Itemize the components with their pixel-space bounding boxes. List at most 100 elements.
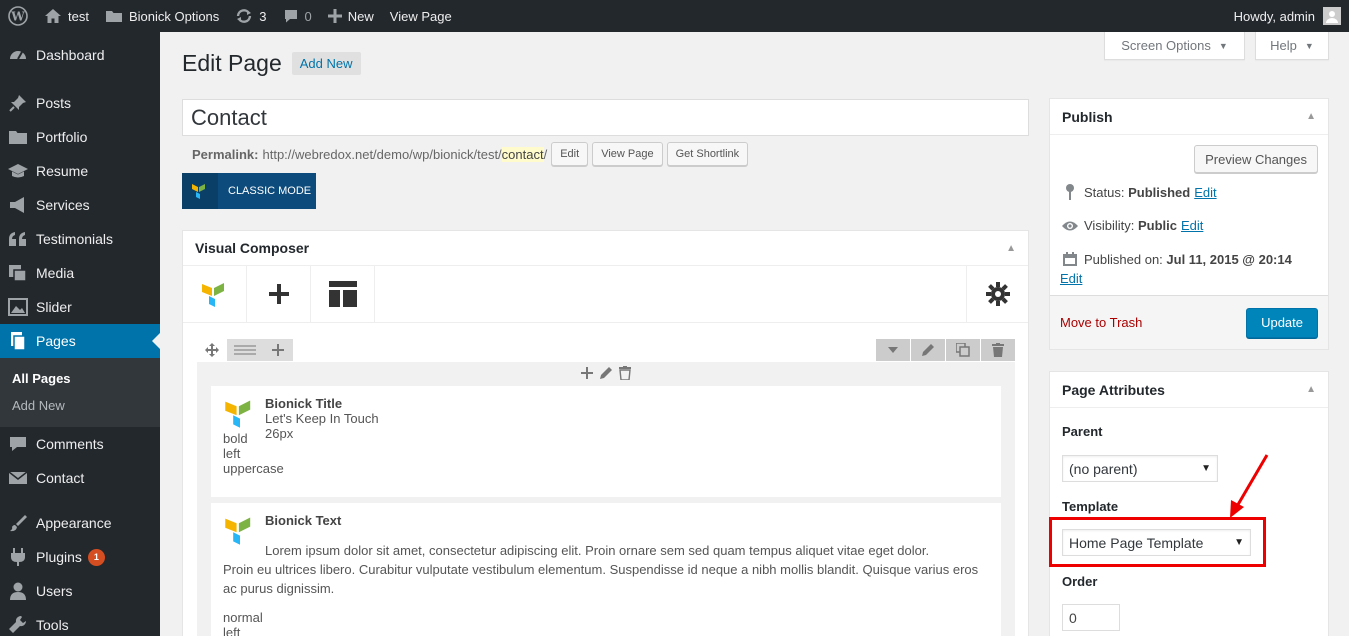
element-param: uppercase	[223, 461, 284, 476]
caret-down-icon: ▼	[1218, 40, 1228, 51]
get-shortlink-button[interactable]: Get Shortlink	[666, 142, 749, 166]
admin-bar: W test Bionick Options 3 0 New View Page…	[0, 0, 1349, 32]
preview-changes-button[interactable]: Preview Changes	[1194, 145, 1318, 173]
row-toggle-icon[interactable]	[876, 339, 910, 361]
clone-row-icon[interactable]	[946, 339, 980, 361]
page-title: Edit Page	[182, 50, 282, 76]
annotation-arrow-icon	[1230, 454, 1269, 518]
permalink-tail: /	[543, 146, 548, 162]
status-row: Status: Published Edit	[1050, 184, 1328, 200]
row-controls	[197, 338, 1015, 362]
sidebar-item-appearance[interactable]: Appearance	[0, 506, 160, 540]
permalink-base[interactable]: http://webredox.net/demo/wp/bionick/test…	[262, 147, 501, 162]
permalink-slug[interactable]: contact	[501, 146, 544, 162]
pages-icon	[8, 331, 28, 351]
classic-mode-button[interactable]: Classic Mode	[182, 173, 316, 209]
visual-composer-logo-icon	[225, 517, 251, 545]
edit-visibility-link[interactable]: Edit	[1181, 218, 1203, 233]
row-layout-icon[interactable]	[227, 339, 263, 361]
delete-column-trash-icon[interactable]	[619, 365, 631, 383]
vc-logo-button[interactable]	[183, 266, 247, 322]
sidebar-item-contact[interactable]: Contact	[0, 461, 160, 495]
envelope-icon	[8, 468, 28, 488]
delete-row-trash-icon[interactable]	[981, 339, 1015, 361]
edit-column-pencil-icon[interactable]	[599, 366, 613, 383]
sidebar-item-users[interactable]: Users	[0, 574, 160, 608]
vc-settings-button[interactable]	[966, 266, 1028, 322]
visual-composer-panel: Visual Composer ▲ Bionick Title Let's Ke…	[182, 230, 1029, 636]
svg-text:W: W	[10, 10, 25, 24]
collapse-toggle-icon[interactable]: ▲	[1306, 384, 1316, 395]
post-title-input[interactable]: Contact	[182, 99, 1029, 136]
visual-composer-logo-icon	[201, 283, 224, 307]
sidebar-item-media[interactable]: Media	[0, 256, 160, 290]
vc-element-bionick-title[interactable]: Bionick Title Let's Keep In Touch 26px b…	[211, 386, 1001, 497]
plugin-icon	[8, 547, 28, 567]
bionick-options-link[interactable]: Bionick Options	[97, 0, 227, 32]
comments-link[interactable]: 0	[275, 0, 320, 32]
screen-options-button[interactable]: Screen Options ▼	[1104, 32, 1245, 60]
sidebar-item-tools[interactable]: Tools	[0, 608, 160, 636]
edit-date-link[interactable]: Edit	[1060, 271, 1082, 286]
sidebar-item-pages[interactable]: Pages	[0, 324, 160, 358]
publish-box: Publish ▲ Preview Changes Status: Publis…	[1049, 98, 1329, 350]
submenu-all-pages[interactable]: All Pages	[0, 365, 160, 392]
new-content-link[interactable]: New	[320, 0, 382, 32]
collapse-toggle-icon[interactable]: ▲	[1006, 243, 1016, 254]
admin-sidebar: Dashboard Posts Portfolio Resume Service…	[0, 32, 160, 636]
wordpress-logo-icon[interactable]: W	[0, 0, 36, 32]
move-icon[interactable]	[197, 339, 227, 361]
pin-icon	[8, 93, 28, 113]
element-param: 26px	[265, 426, 294, 441]
sidebar-item-services[interactable]: Services	[0, 188, 160, 222]
caret-down-icon: ▼	[1201, 463, 1211, 474]
parent-select[interactable]: (no parent) ▼	[1062, 455, 1218, 482]
sidebar-item-portfolio[interactable]: Portfolio	[0, 120, 160, 154]
megaphone-icon	[8, 195, 28, 215]
add-new-button[interactable]: Add New	[291, 52, 361, 75]
sidebar-item-slider[interactable]: Slider	[0, 290, 160, 324]
page-attributes-header: Page Attributes ▲	[1050, 372, 1328, 408]
help-button[interactable]: Help ▼	[1255, 32, 1329, 60]
sidebar-item-posts[interactable]: Posts	[0, 86, 160, 120]
vc-element-bionick-text[interactable]: Bionick Text Lorem ipsum dolor sit amet,…	[211, 503, 1001, 636]
move-to-trash-link[interactable]: Move to Trash	[1060, 315, 1142, 330]
site-name-link[interactable]: test	[36, 0, 97, 32]
sidebar-item-comments[interactable]: Comments	[0, 427, 160, 461]
sidebar-item-plugins[interactable]: Plugins 1	[0, 540, 160, 574]
element-name: Bionick Title	[265, 396, 343, 411]
plus-icon	[268, 284, 289, 304]
collapse-toggle-icon[interactable]: ▲	[1306, 111, 1316, 122]
published-on-row: Published on: Jul 11, 2015 @ 20:14	[1050, 251, 1328, 267]
graduation-cap-icon	[8, 161, 28, 181]
account-menu[interactable]: Howdy, admin	[1226, 0, 1349, 32]
plus-icon	[327, 9, 342, 23]
templates-button[interactable]	[311, 266, 375, 322]
order-input[interactable]: 0	[1062, 604, 1120, 631]
view-page-link[interactable]: View Page	[382, 0, 460, 32]
eye-icon	[1060, 220, 1080, 232]
sidebar-item-testimonials[interactable]: Testimonials	[0, 222, 160, 256]
update-button[interactable]: Update	[1246, 307, 1318, 338]
view-page-button[interactable]: View Page	[592, 142, 663, 166]
gear-icon	[985, 282, 1010, 306]
template-highlight-box	[1049, 517, 1266, 567]
sidebar-item-resume[interactable]: Resume	[0, 154, 160, 188]
home-icon	[44, 8, 62, 24]
add-element-plus-icon[interactable]	[581, 366, 593, 382]
visual-composer-header: Visual Composer ▲	[183, 231, 1028, 266]
visual-composer-toolbar	[183, 266, 1028, 323]
edit-permalink-button[interactable]: Edit	[551, 142, 589, 166]
updates-link[interactable]: 3	[227, 0, 274, 32]
add-element-button[interactable]	[247, 266, 311, 322]
pages-submenu: All Pages Add New	[0, 358, 160, 427]
media-icon	[8, 263, 28, 283]
add-column-icon[interactable]	[263, 339, 293, 361]
sidebar-item-dashboard[interactable]: Dashboard	[0, 32, 160, 78]
edit-status-link[interactable]: Edit	[1194, 185, 1216, 200]
avatar	[1323, 7, 1341, 25]
edit-row-pencil-icon[interactable]	[911, 339, 945, 361]
screen-meta-links: Screen Options ▼ Help ▼	[1104, 32, 1329, 60]
pin-icon	[1060, 184, 1080, 200]
submenu-add-new[interactable]: Add New	[0, 392, 160, 419]
